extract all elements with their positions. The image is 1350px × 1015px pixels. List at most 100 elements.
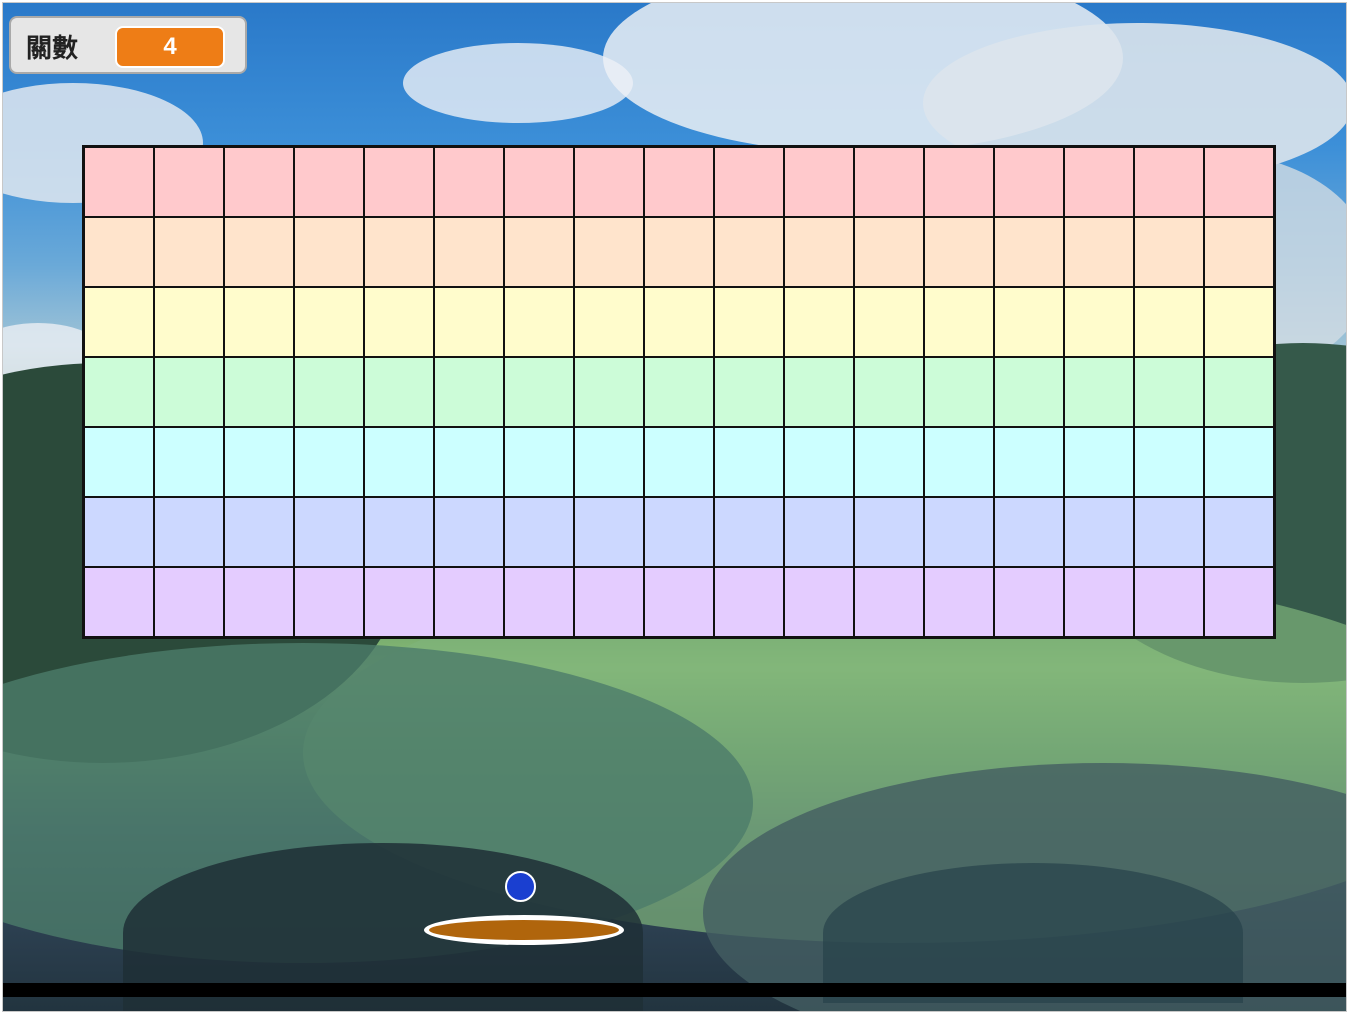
brick xyxy=(1134,147,1204,217)
paddle[interactable] xyxy=(424,915,624,945)
brick xyxy=(1064,147,1134,217)
brick xyxy=(994,217,1064,287)
grass xyxy=(823,863,1243,1003)
brick xyxy=(644,147,714,217)
brick xyxy=(1134,287,1204,357)
brick xyxy=(154,287,224,357)
brick xyxy=(644,427,714,497)
brick xyxy=(1064,427,1134,497)
brick xyxy=(994,147,1064,217)
brick xyxy=(1064,217,1134,287)
brick xyxy=(224,357,294,427)
brick xyxy=(294,427,364,497)
cloud xyxy=(403,43,633,123)
brick xyxy=(154,567,224,637)
brick xyxy=(854,357,924,427)
brick xyxy=(84,147,154,217)
brick xyxy=(84,497,154,567)
floor-line xyxy=(3,983,1346,997)
brick xyxy=(1064,357,1134,427)
brick xyxy=(924,357,994,427)
brick xyxy=(294,357,364,427)
brick xyxy=(784,217,854,287)
level-value: 4 xyxy=(115,26,225,68)
brick xyxy=(854,497,924,567)
brick xyxy=(434,217,504,287)
brick xyxy=(294,217,364,287)
brick xyxy=(574,497,644,567)
ball xyxy=(505,871,536,902)
brick xyxy=(1134,497,1204,567)
brick xyxy=(504,147,574,217)
brick xyxy=(714,287,784,357)
brick xyxy=(784,497,854,567)
brick xyxy=(504,357,574,427)
brick xyxy=(1064,567,1134,637)
brick xyxy=(714,357,784,427)
brick xyxy=(924,147,994,217)
brick xyxy=(154,497,224,567)
brick xyxy=(574,287,644,357)
brick xyxy=(434,287,504,357)
brick xyxy=(504,567,574,637)
brick xyxy=(224,217,294,287)
brick xyxy=(714,147,784,217)
brick xyxy=(924,497,994,567)
brick xyxy=(84,287,154,357)
brick xyxy=(574,427,644,497)
brick xyxy=(854,567,924,637)
brick xyxy=(994,427,1064,497)
brick xyxy=(364,497,434,567)
brick xyxy=(84,217,154,287)
level-label: 關數 xyxy=(26,34,79,64)
brick xyxy=(434,427,504,497)
brick xyxy=(854,147,924,217)
brick xyxy=(854,287,924,357)
brick xyxy=(784,147,854,217)
brick xyxy=(994,497,1064,567)
brick xyxy=(364,427,434,497)
brick xyxy=(644,287,714,357)
brick xyxy=(574,567,644,637)
brick xyxy=(1204,567,1274,637)
brick xyxy=(714,217,784,287)
brick xyxy=(994,287,1064,357)
brick xyxy=(294,497,364,567)
brick xyxy=(434,497,504,567)
level-monitor[interactable]: 關數 4 xyxy=(9,16,247,74)
brick xyxy=(1134,567,1204,637)
brick xyxy=(1064,497,1134,567)
brick xyxy=(714,427,784,497)
brick xyxy=(1204,147,1274,217)
brick xyxy=(364,287,434,357)
brick xyxy=(434,567,504,637)
brick xyxy=(854,217,924,287)
brick xyxy=(644,357,714,427)
brick xyxy=(924,427,994,497)
brick xyxy=(154,147,224,217)
brick xyxy=(294,287,364,357)
brick xyxy=(784,357,854,427)
brick xyxy=(1204,497,1274,567)
brick xyxy=(784,567,854,637)
brick xyxy=(1064,287,1134,357)
brick-grid xyxy=(82,145,1276,639)
brick xyxy=(154,427,224,497)
brick xyxy=(1204,427,1274,497)
brick xyxy=(364,217,434,287)
brick xyxy=(644,567,714,637)
brick xyxy=(364,567,434,637)
brick xyxy=(1134,427,1204,497)
brick xyxy=(784,287,854,357)
brick xyxy=(994,357,1064,427)
brick xyxy=(1134,217,1204,287)
brick xyxy=(84,357,154,427)
brick xyxy=(84,427,154,497)
brick xyxy=(224,497,294,567)
brick xyxy=(434,357,504,427)
brick xyxy=(924,217,994,287)
game-stage[interactable]: 關數 4 xyxy=(2,2,1347,1012)
brick xyxy=(854,427,924,497)
brick xyxy=(154,217,224,287)
brick xyxy=(84,567,154,637)
